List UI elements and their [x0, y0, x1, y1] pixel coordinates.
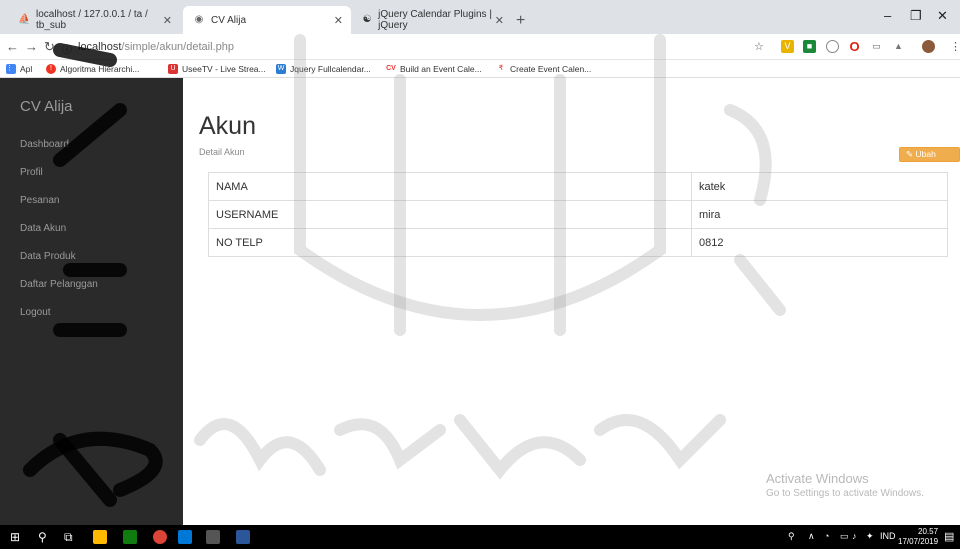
battery-icon[interactable]: ▭ — [840, 531, 849, 542]
people-icon[interactable]: ⚲ — [788, 531, 795, 542]
app-icon[interactable] — [178, 530, 192, 544]
app-icon[interactable] — [123, 530, 137, 544]
dropbox-icon[interactable]: ✦ — [866, 531, 874, 542]
windows-start-icon[interactable]: ⊞ — [10, 530, 20, 544]
notification-icon[interactable]: ▤ — [944, 530, 954, 543]
university-watermark — [23, 34, 786, 507]
activate-windows-subtitle: Go to Settings to activate Windows. — [766, 488, 924, 499]
chrome-icon[interactable] — [153, 530, 167, 544]
search-icon[interactable]: ⚲ — [38, 530, 47, 544]
volume-icon[interactable]: ♪ — [852, 531, 857, 541]
word-icon[interactable] — [236, 530, 250, 544]
clock-time: 20.57 — [918, 527, 939, 536]
clock[interactable]: 20.57 17/07/2019 — [898, 527, 938, 547]
language-indicator[interactable]: IND — [880, 531, 896, 541]
clock-date: 17/07/2019 — [898, 537, 939, 546]
task-view-icon[interactable]: ⧉ — [64, 530, 73, 545]
file-explorer-icon[interactable] — [93, 530, 107, 544]
taskbar: ⊞ ⚲ ⧉ ⚲ ∧ ◔ ▭ ♪ ✦ IND 20.57 17/07/2019 ▤ — [0, 525, 960, 549]
app-icon[interactable] — [206, 530, 220, 544]
activate-windows-title: Activate Windows — [766, 471, 869, 486]
network-icon[interactable]: ◔ — [824, 531, 829, 541]
chevron-up-icon[interactable]: ∧ — [808, 531, 815, 542]
